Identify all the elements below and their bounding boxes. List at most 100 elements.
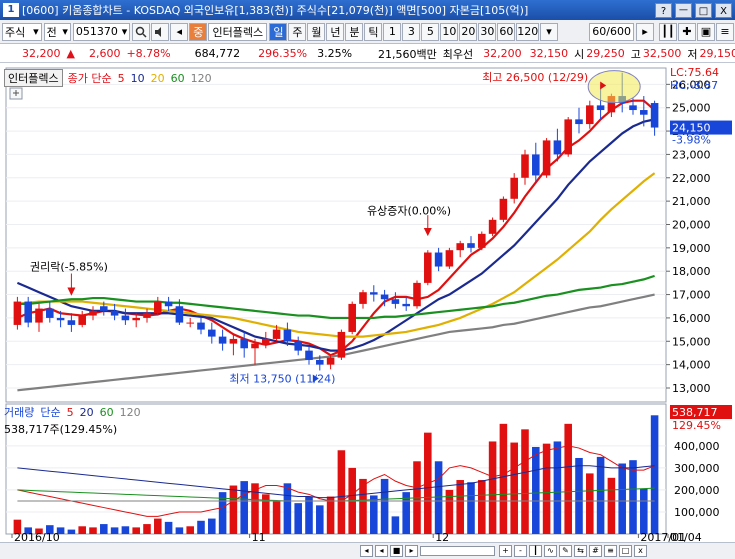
prev-stock-button[interactable]: ◂: [170, 22, 189, 41]
market-select[interactable]: 주식 ▾: [2, 22, 42, 41]
volume-bar: [67, 529, 76, 534]
save-icon[interactable]: ▣: [696, 22, 715, 41]
price-legend: 인터플렉스 종가 단순 5 10 20 60 120: [4, 69, 218, 87]
legend-volume-sub: 단순: [40, 406, 61, 419]
legend-volume-current: 538,717주(129.45%): [4, 423, 118, 436]
right-axis-label: 129.45%: [672, 419, 721, 432]
volume-bar: [434, 461, 443, 534]
compare-icon[interactable]: ⇆: [574, 545, 587, 557]
interval-60[interactable]: 60: [497, 22, 516, 41]
chart-annotation: 유상증자(0.00%): [367, 204, 451, 217]
candle-body: [24, 301, 32, 323]
interval-5[interactable]: 5: [421, 22, 440, 41]
window-icon[interactable]: □: [619, 545, 632, 557]
price-change: 2,600: [88, 47, 121, 60]
close-button[interactable]: X: [715, 2, 732, 18]
legend-vol-ma-5: 5: [66, 405, 74, 419]
candle-body: [110, 310, 119, 316]
candle-body: [391, 299, 400, 304]
stock-name-field: 인터플렉스: [208, 22, 268, 41]
volume-bar: [575, 457, 583, 534]
interval-10[interactable]: 10: [440, 22, 459, 41]
interval-120[interactable]: 120: [516, 22, 540, 41]
interval-30[interactable]: 30: [478, 22, 497, 41]
speaker-icon[interactable]: [151, 22, 170, 41]
period-week[interactable]: 주: [288, 22, 307, 41]
period-tick[interactable]: 틱: [364, 22, 383, 41]
menu-icon[interactable]: ≡: [715, 22, 734, 41]
zoom-icon[interactable]: ▸: [635, 22, 654, 41]
candle-body: [359, 292, 367, 304]
stock-favorite-icon[interactable]: 중: [189, 22, 208, 41]
volume-bar: [197, 520, 205, 534]
stop-button[interactable]: ■: [390, 545, 403, 557]
candle-body: [413, 282, 421, 307]
settings-icon[interactable]: ▾: [540, 22, 559, 41]
period-month[interactable]: 월: [307, 22, 326, 41]
count-field[interactable]: 60/600: [589, 22, 634, 41]
search-icon[interactable]: [132, 22, 151, 41]
volume-bar: [521, 429, 529, 534]
volume-bar: [553, 441, 562, 534]
candle-body: [56, 317, 65, 321]
line-chart-icon[interactable]: ∿: [544, 545, 557, 557]
chart-annotation: 최고 26,500 (12/29): [482, 71, 588, 84]
candle-body: [596, 105, 605, 111]
interval-3[interactable]: 3: [402, 22, 421, 41]
interval-20[interactable]: 20: [459, 22, 478, 41]
candle-body: [445, 250, 454, 267]
scroll-first-button[interactable]: ◂: [360, 545, 373, 557]
price-axis-label: 20,000: [672, 218, 711, 231]
legend-stock-name[interactable]: 인터플렉스: [4, 69, 63, 87]
candle-body: [499, 198, 508, 220]
expand-icon[interactable]: ✚: [677, 22, 696, 41]
period-year[interactable]: 년: [326, 22, 345, 41]
volume-bar: [618, 463, 626, 534]
volume-bar: [607, 477, 616, 534]
list-icon[interactable]: ≡: [604, 545, 617, 557]
candle-body: [132, 317, 140, 321]
maximize-button[interactable]: □: [695, 2, 712, 18]
period-minute[interactable]: 분: [345, 22, 364, 41]
candle-body: [575, 119, 583, 125]
turnover-rate: 3.25%: [317, 47, 353, 60]
bar-chart-icon[interactable]: ┃: [529, 545, 542, 557]
tool-icon[interactable]: ✎: [559, 545, 572, 557]
candle-body: [283, 329, 292, 342]
grid-icon[interactable]: #: [589, 545, 602, 557]
period-day[interactable]: 일: [269, 22, 288, 41]
candle-body: [218, 336, 227, 344]
x-axis-label: 01/04: [670, 531, 702, 542]
legend-ma-5: 5: [117, 71, 125, 85]
candle-body: [208, 329, 216, 337]
help-button[interactable]: ?: [655, 2, 672, 18]
legend-ma-title: 종가 단순: [67, 72, 112, 85]
zoom-out-button[interactable]: -: [514, 545, 527, 557]
volume-legend: 거래량 단순 5 20 60 120 538,717주(129.45%): [4, 404, 244, 437]
volume-bar: [629, 460, 637, 534]
volume-bar: [294, 503, 302, 534]
candle-body: [13, 301, 22, 325]
legend-vol-ma-20: 20: [79, 405, 94, 419]
zoom-in-button[interactable]: +: [499, 545, 512, 557]
candle-body: [370, 292, 378, 295]
minimize-button[interactable]: ㅡ: [675, 2, 692, 18]
mode-select[interactable]: 전 ▾: [43, 22, 71, 41]
candle-body: [46, 308, 54, 318]
right-axis-label: LC:75.64: [670, 66, 719, 79]
price-axis-label: 17,000: [672, 289, 711, 302]
x-axis-label: 12: [435, 531, 449, 542]
candle-body: [251, 343, 259, 349]
candle-body: [186, 322, 194, 324]
code-input[interactable]: 051370 ▾: [72, 22, 131, 41]
scroll-back-button[interactable]: ◂: [375, 545, 388, 557]
candle-body: [35, 308, 43, 323]
candle-type-icon[interactable]: ┃┃: [658, 22, 677, 41]
scroll-forward-button[interactable]: ▸: [405, 545, 418, 557]
candle-body: [229, 338, 238, 344]
stock-chart[interactable]: 26,00025,00024,00023,00022,00021,00020,0…: [0, 64, 735, 542]
close-panel-icon[interactable]: x: [634, 545, 647, 557]
scrollbar[interactable]: [420, 546, 495, 556]
interval-1[interactable]: 1: [383, 22, 402, 41]
volume-bar: [110, 527, 119, 534]
